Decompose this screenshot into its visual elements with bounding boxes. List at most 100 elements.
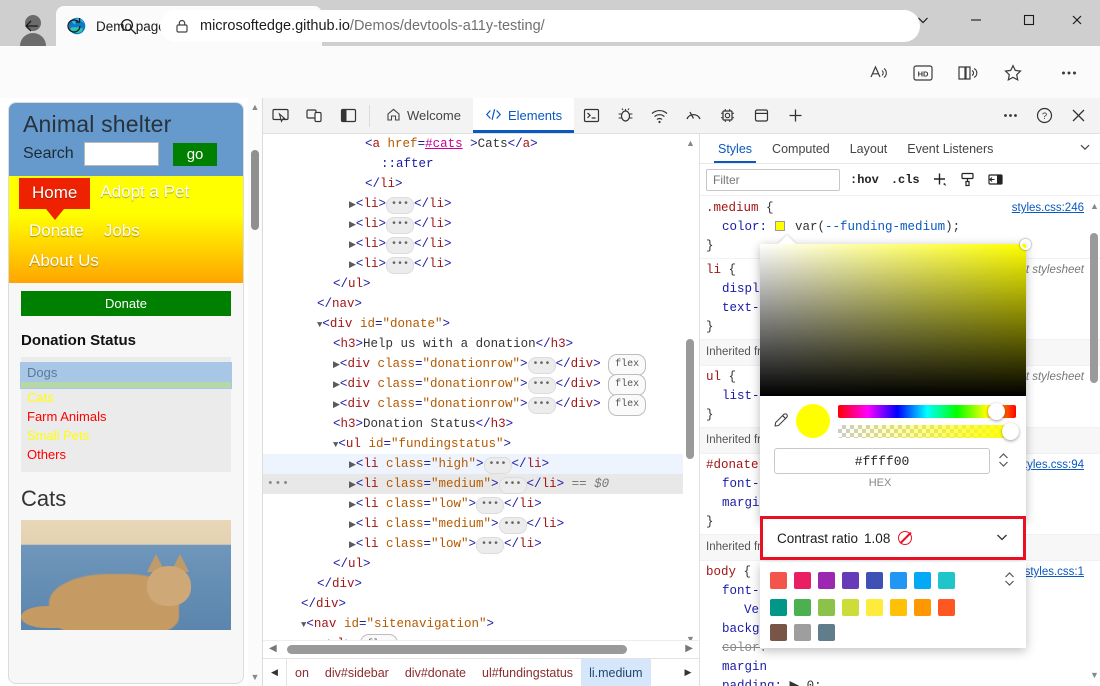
device-emulation-icon[interactable]: [297, 99, 331, 133]
add-tab-icon[interactable]: [778, 99, 812, 133]
dom-tree-line[interactable]: •••▶<li class="medium">•••</li> == $0: [263, 474, 683, 494]
css-rule-source-link[interactable]: styles.css:1: [1025, 563, 1084, 582]
palette-swatch[interactable]: [938, 599, 955, 616]
hex-input[interactable]: #ffff00: [774, 448, 990, 474]
dom-tree-line[interactable]: ▶<div class="donationrow">•••</div> flex: [263, 394, 683, 414]
dom-vertical-scrollbar[interactable]: ▲ ▼: [683, 134, 697, 648]
dom-tree-line[interactable]: </li>: [263, 174, 683, 194]
dom-tree-line[interactable]: ▶<li>•••</li>: [263, 214, 683, 234]
funding-item-cats[interactable]: Cats: [21, 388, 231, 407]
dom-tree-line[interactable]: <h3>Donation Status</h3>: [263, 414, 683, 434]
nav-item-donate[interactable]: Donate: [19, 217, 94, 245]
css-rule-source-link[interactable]: styles.css:94: [1018, 456, 1084, 475]
dom-tree-pane[interactable]: <a href=#cats >Cats</a>::after</li>▶<li>…: [263, 134, 699, 686]
reload-icon[interactable]: [56, 8, 92, 44]
palette-swatch[interactable]: [890, 572, 907, 589]
palette-swatch[interactable]: [770, 572, 787, 589]
inspect-element-icon[interactable]: [263, 99, 297, 133]
palette-swatch[interactable]: [818, 624, 835, 641]
css-declaration[interactable]: padding: ▶ 0;: [706, 677, 1100, 686]
filter-input[interactable]: [706, 169, 840, 191]
element-style-icon[interactable]: [958, 170, 978, 190]
console-icon[interactable]: [574, 99, 608, 133]
dom-tree-line[interactable]: ▶<li>•••</li>: [263, 234, 683, 254]
debugger-icon[interactable]: [608, 99, 642, 133]
palette-swatch[interactable]: [938, 572, 955, 589]
dom-tree-line[interactable]: </nav>: [263, 294, 683, 314]
back-icon[interactable]: [14, 8, 50, 44]
contrast-ratio-row[interactable]: Contrast ratio 1.08: [760, 516, 1026, 560]
address-bar[interactable]: microsoftedge.github.io/Demos/devtools-a…: [160, 10, 920, 42]
css-rule-source-link[interactable]: styles.css:246: [1012, 199, 1084, 218]
breadcrumb-item[interactable]: on: [287, 659, 317, 686]
minimize-button[interactable]: [953, 0, 999, 40]
dom-hscrollbar-thumb[interactable]: [287, 645, 627, 654]
dom-tree-line[interactable]: </div>: [263, 594, 683, 614]
breadcrumb-item[interactable]: ul#fundingstatus: [474, 659, 581, 686]
immersive-reader-icon[interactable]: [950, 56, 984, 90]
dom-tree-line[interactable]: ▶<li class="high">•••</li>: [263, 454, 683, 474]
palette-swatch[interactable]: [818, 572, 835, 589]
funding-item-dogs[interactable]: Dogs: [21, 363, 231, 388]
tab-layout[interactable]: Layout: [840, 134, 898, 163]
dom-tree-line[interactable]: ▶<li class="low">•••</li>: [263, 494, 683, 514]
dom-scroll-up-icon[interactable]: ▲: [686, 138, 695, 148]
dom-tree-line[interactable]: <h3>Help us with a donation</h3>: [263, 334, 683, 354]
palette-swatch[interactable]: [890, 599, 907, 616]
nav-item-about[interactable]: About Us: [19, 247, 109, 275]
dom-line-gutter-menu[interactable]: •••: [267, 474, 290, 494]
page-scrollbar[interactable]: ▲ ▼: [248, 98, 262, 686]
dom-tree-line[interactable]: </ul>: [263, 274, 683, 294]
breadcrumb-item[interactable]: li.medium: [581, 659, 651, 686]
help-icon[interactable]: ?: [1027, 99, 1061, 133]
palette-swatch[interactable]: [770, 599, 787, 616]
application-icon[interactable]: [744, 99, 778, 133]
dom-tree-line[interactable]: </ul>: [263, 554, 683, 574]
styles-scrollbar-thumb[interactable]: [1090, 233, 1098, 383]
scroll-up-icon[interactable]: ▲: [250, 102, 260, 112]
hov-button[interactable]: :hov: [848, 173, 881, 187]
styles-scroll-down-icon[interactable]: ▼: [1090, 670, 1099, 680]
devtools-tab-elements[interactable]: Elements: [473, 98, 574, 133]
palette-stepper-icon[interactable]: [1003, 570, 1016, 591]
read-aloud-icon[interactable]: [862, 56, 896, 90]
alpha-slider-knob[interactable]: [1002, 423, 1019, 440]
dom-tree-line[interactable]: </div>: [263, 574, 683, 594]
alpha-slider[interactable]: [838, 425, 1016, 438]
breadcrumb-item[interactable]: div#donate: [397, 659, 474, 686]
nav-item-home[interactable]: Home: [19, 178, 90, 209]
tab-computed[interactable]: Computed: [762, 134, 840, 163]
network-icon[interactable]: [642, 99, 676, 133]
dom-tree-line[interactable]: ▶<li>•••</li>: [263, 254, 683, 274]
dom-tree-line[interactable]: ▶<div class="donationrow">•••</div> flex: [263, 374, 683, 394]
palette-swatch[interactable]: [794, 624, 811, 641]
styles-tabs-overflow-icon[interactable]: [1079, 141, 1091, 156]
nav-item-jobs[interactable]: Jobs: [94, 217, 150, 245]
dom-scroll-left-icon[interactable]: ◀: [269, 643, 277, 654]
palette-swatch[interactable]: [842, 572, 859, 589]
breadcrumb-scroll-left-button[interactable]: ◀: [263, 659, 287, 686]
contrast-expand-chevron-down-icon[interactable]: [995, 530, 1009, 547]
dom-tree-line[interactable]: ▶<li class="low">•••</li>: [263, 534, 683, 554]
dock-side-icon[interactable]: [331, 99, 365, 133]
funding-item-small-pets[interactable]: Small Pets: [21, 426, 231, 445]
page-scrollbar-thumb[interactable]: [251, 150, 259, 230]
palette-swatch[interactable]: [794, 599, 811, 616]
dom-tree-line[interactable]: ▼<nav id="sitenavigation">: [263, 614, 683, 634]
go-button[interactable]: go: [173, 143, 218, 166]
css-declaration[interactable]: color: var(--funding-medium);: [706, 218, 1100, 237]
palette-swatch[interactable]: [866, 572, 883, 589]
styles-scroll-up-icon[interactable]: ▲: [1090, 201, 1099, 211]
tab-event-listeners[interactable]: Event Listeners: [897, 134, 1003, 163]
search-icon[interactable]: [110, 8, 146, 44]
donate-cta-button[interactable]: Donate: [21, 291, 231, 316]
cls-button[interactable]: .cls: [889, 173, 922, 187]
palette-swatch[interactable]: [866, 599, 883, 616]
hue-slider[interactable]: [838, 405, 1016, 418]
dom-scroll-right-icon[interactable]: ▶: [685, 643, 693, 654]
breadcrumb-item[interactable]: div#sidebar: [317, 659, 397, 686]
funding-item-others[interactable]: Others: [21, 445, 231, 464]
performance-icon[interactable]: [676, 99, 710, 133]
palette-swatch[interactable]: [770, 624, 787, 641]
funding-item-farm-animals[interactable]: Farm Animals: [21, 407, 231, 426]
